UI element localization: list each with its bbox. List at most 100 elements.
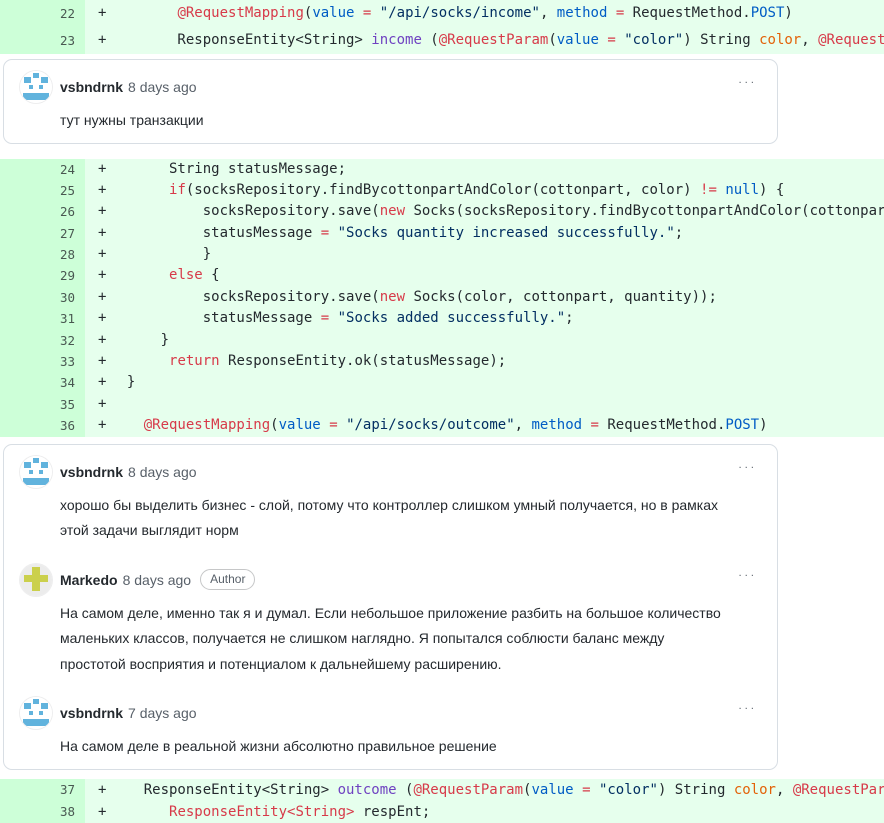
avatar-identicon-vsbndrnk[interactable] xyxy=(20,71,52,103)
diff-added-line-27: 27 + statusMessage = "Socks quantity incr… xyxy=(0,222,884,245)
code-line-content: + xyxy=(85,393,884,416)
code-token: ( xyxy=(548,32,557,48)
comment-timestamp-link[interactable]: 8 days ago xyxy=(128,464,197,480)
diff-code-block: 24 + String statusMessage; 25 + if(socksRep… xyxy=(0,158,884,437)
line-number[interactable]: 27 xyxy=(0,222,85,245)
code-token: @RequestMapping xyxy=(143,417,271,434)
comment-timestamp-link[interactable]: 7 days ago xyxy=(128,705,197,721)
code-token: Socks(color, cottonpart, quantity)); xyxy=(405,288,717,305)
comment-timestamp-link[interactable]: 8 days ago xyxy=(128,79,197,95)
kebab-menu-icon[interactable]: ··· xyxy=(738,463,757,474)
code-token: ; xyxy=(565,310,574,327)
code-token: != xyxy=(700,181,717,198)
diff-add-marker: + xyxy=(98,181,107,198)
diff-code-block: 22 + @RequestMapping(value = "/api/socks/… xyxy=(0,0,884,54)
line-number[interactable]: 38 xyxy=(0,800,85,823)
code-token: ( xyxy=(421,32,439,48)
avatar-identicon-vsbndrnk[interactable] xyxy=(20,697,52,730)
line-number[interactable]: 30 xyxy=(0,286,85,309)
line-number[interactable]: 32 xyxy=(0,329,85,352)
code-token: color xyxy=(733,781,776,798)
code-token: ResponseEntity<String> xyxy=(169,803,355,820)
code-line-content: + } xyxy=(85,329,884,352)
line-number[interactable]: 36 xyxy=(0,415,85,437)
code-token: "Socks quantity increased successfully." xyxy=(337,224,675,241)
diff-add-marker: + xyxy=(98,267,107,284)
avatar-identicon-markedo[interactable] xyxy=(20,563,52,596)
line-number[interactable]: 24 xyxy=(0,158,85,180)
diff-add-marker: + xyxy=(98,203,107,220)
diff-added-line-37: 37 + ResponseEntity<String> outcome (@Req… xyxy=(0,778,884,801)
comment-timestamp-link[interactable]: 8 days ago xyxy=(123,572,192,588)
code-token: method xyxy=(531,417,583,434)
diff-added-line-34: 34 + } xyxy=(0,372,884,394)
author-badge: Author xyxy=(200,569,256,591)
diff-add-marker: + xyxy=(98,224,107,241)
diff-added-line-28: 28 + } xyxy=(0,244,884,266)
code-token: ResponseEntity<String> xyxy=(110,32,372,48)
diff-added-line-33: 33 + return ResponseEntity.ok(statusMessa… xyxy=(0,351,884,373)
comment-author-link[interactable]: vsbndrnk xyxy=(60,464,123,480)
comment-card: vsbndrnk 8 days ago ··· тут нужны транзакци… xyxy=(3,59,778,144)
review-comment: vsbndrnk 8 days ago ··· тут нужны транзакци… xyxy=(4,60,777,143)
comment-author-link[interactable]: vsbndrnk xyxy=(60,705,123,721)
comment-header: vsbndrnk 7 days ago xyxy=(20,697,761,730)
kebab-menu-icon[interactable]: ··· xyxy=(738,78,757,89)
code-token: , xyxy=(775,781,793,798)
comment-body: На самом деле в реальной жизни абсолютно… xyxy=(60,738,497,755)
kebab-menu-icon[interactable]: ··· xyxy=(738,571,757,582)
code-token: "/api/socks/outcome" xyxy=(346,417,515,434)
pr-review-timeline: 22 + @RequestMapping(value = "/api/socks/… xyxy=(0,0,884,823)
diff-added-line-35: 35 + xyxy=(0,393,884,416)
code-line-content: + ResponseEntity<String> income (@Reques… xyxy=(85,27,884,54)
comment-thread-card: vsbndrnk 8 days ago ··· хорошо бы выделить … xyxy=(3,443,778,770)
code-token: } xyxy=(110,246,212,263)
diff-added-line-29: 29 + else { xyxy=(0,265,884,287)
code-token: RequestMethod. xyxy=(624,5,751,21)
code-token: respEnt; xyxy=(354,803,431,820)
line-number[interactable]: 28 xyxy=(0,244,85,266)
code-token: ResponseEntity<String> xyxy=(110,781,338,798)
code-line-content: + ResponseEntity<String> outcome (@Reque… xyxy=(85,778,884,801)
code-token: ( xyxy=(270,417,279,434)
comment-author-link[interactable]: vsbndrnk xyxy=(60,79,123,95)
code-token: ) String xyxy=(683,32,760,48)
code-token: value xyxy=(556,32,599,48)
line-number[interactable]: 29 xyxy=(0,265,85,287)
line-number[interactable]: 23 xyxy=(0,27,85,54)
line-number[interactable]: 35 xyxy=(0,393,85,416)
diff-added-line-30: 30 + socksRepository.save(new Socks(color… xyxy=(0,286,884,309)
comment-body: тут нужны транзакции xyxy=(60,112,204,128)
diff-added-line-26: 26 + socksRepository.save(new Socks(socks… xyxy=(0,201,884,223)
code-token: statusMessage xyxy=(110,310,321,327)
code-token: ) xyxy=(784,5,793,21)
line-number[interactable]: 37 xyxy=(0,778,85,801)
code-token: { xyxy=(202,267,220,284)
avatar-identicon-vsbndrnk[interactable] xyxy=(20,455,52,488)
code-line-content: + @RequestMapping(value = "/api/socks/ou… xyxy=(85,415,884,437)
line-number[interactable]: 26 xyxy=(0,201,85,223)
code-token: @RequestParam xyxy=(413,781,524,798)
line-number[interactable]: 22 xyxy=(0,0,85,27)
code-token: new xyxy=(379,288,406,305)
line-number[interactable]: 31 xyxy=(0,308,85,330)
review-comment: vsbndrnk 7 days ago ··· На самом деле в реа… xyxy=(4,686,777,769)
code-token: ) String xyxy=(657,781,734,798)
code-token: value xyxy=(278,417,321,434)
diff-add-marker: + xyxy=(98,331,107,348)
diff-add-marker: + xyxy=(98,395,107,412)
kebab-menu-icon[interactable]: ··· xyxy=(738,704,757,715)
line-number[interactable]: 33 xyxy=(0,351,85,373)
diff-added-line-24: 24 + String statusMessage; xyxy=(0,158,884,180)
comment-body: На самом деле, именно так я и думал. Есл… xyxy=(60,604,721,672)
line-number[interactable]: 25 xyxy=(0,179,85,202)
code-token: else xyxy=(169,267,203,284)
comment-author-link[interactable]: Markedo xyxy=(60,572,118,588)
code-token: ; xyxy=(674,224,684,241)
line-number[interactable]: 34 xyxy=(0,372,85,394)
